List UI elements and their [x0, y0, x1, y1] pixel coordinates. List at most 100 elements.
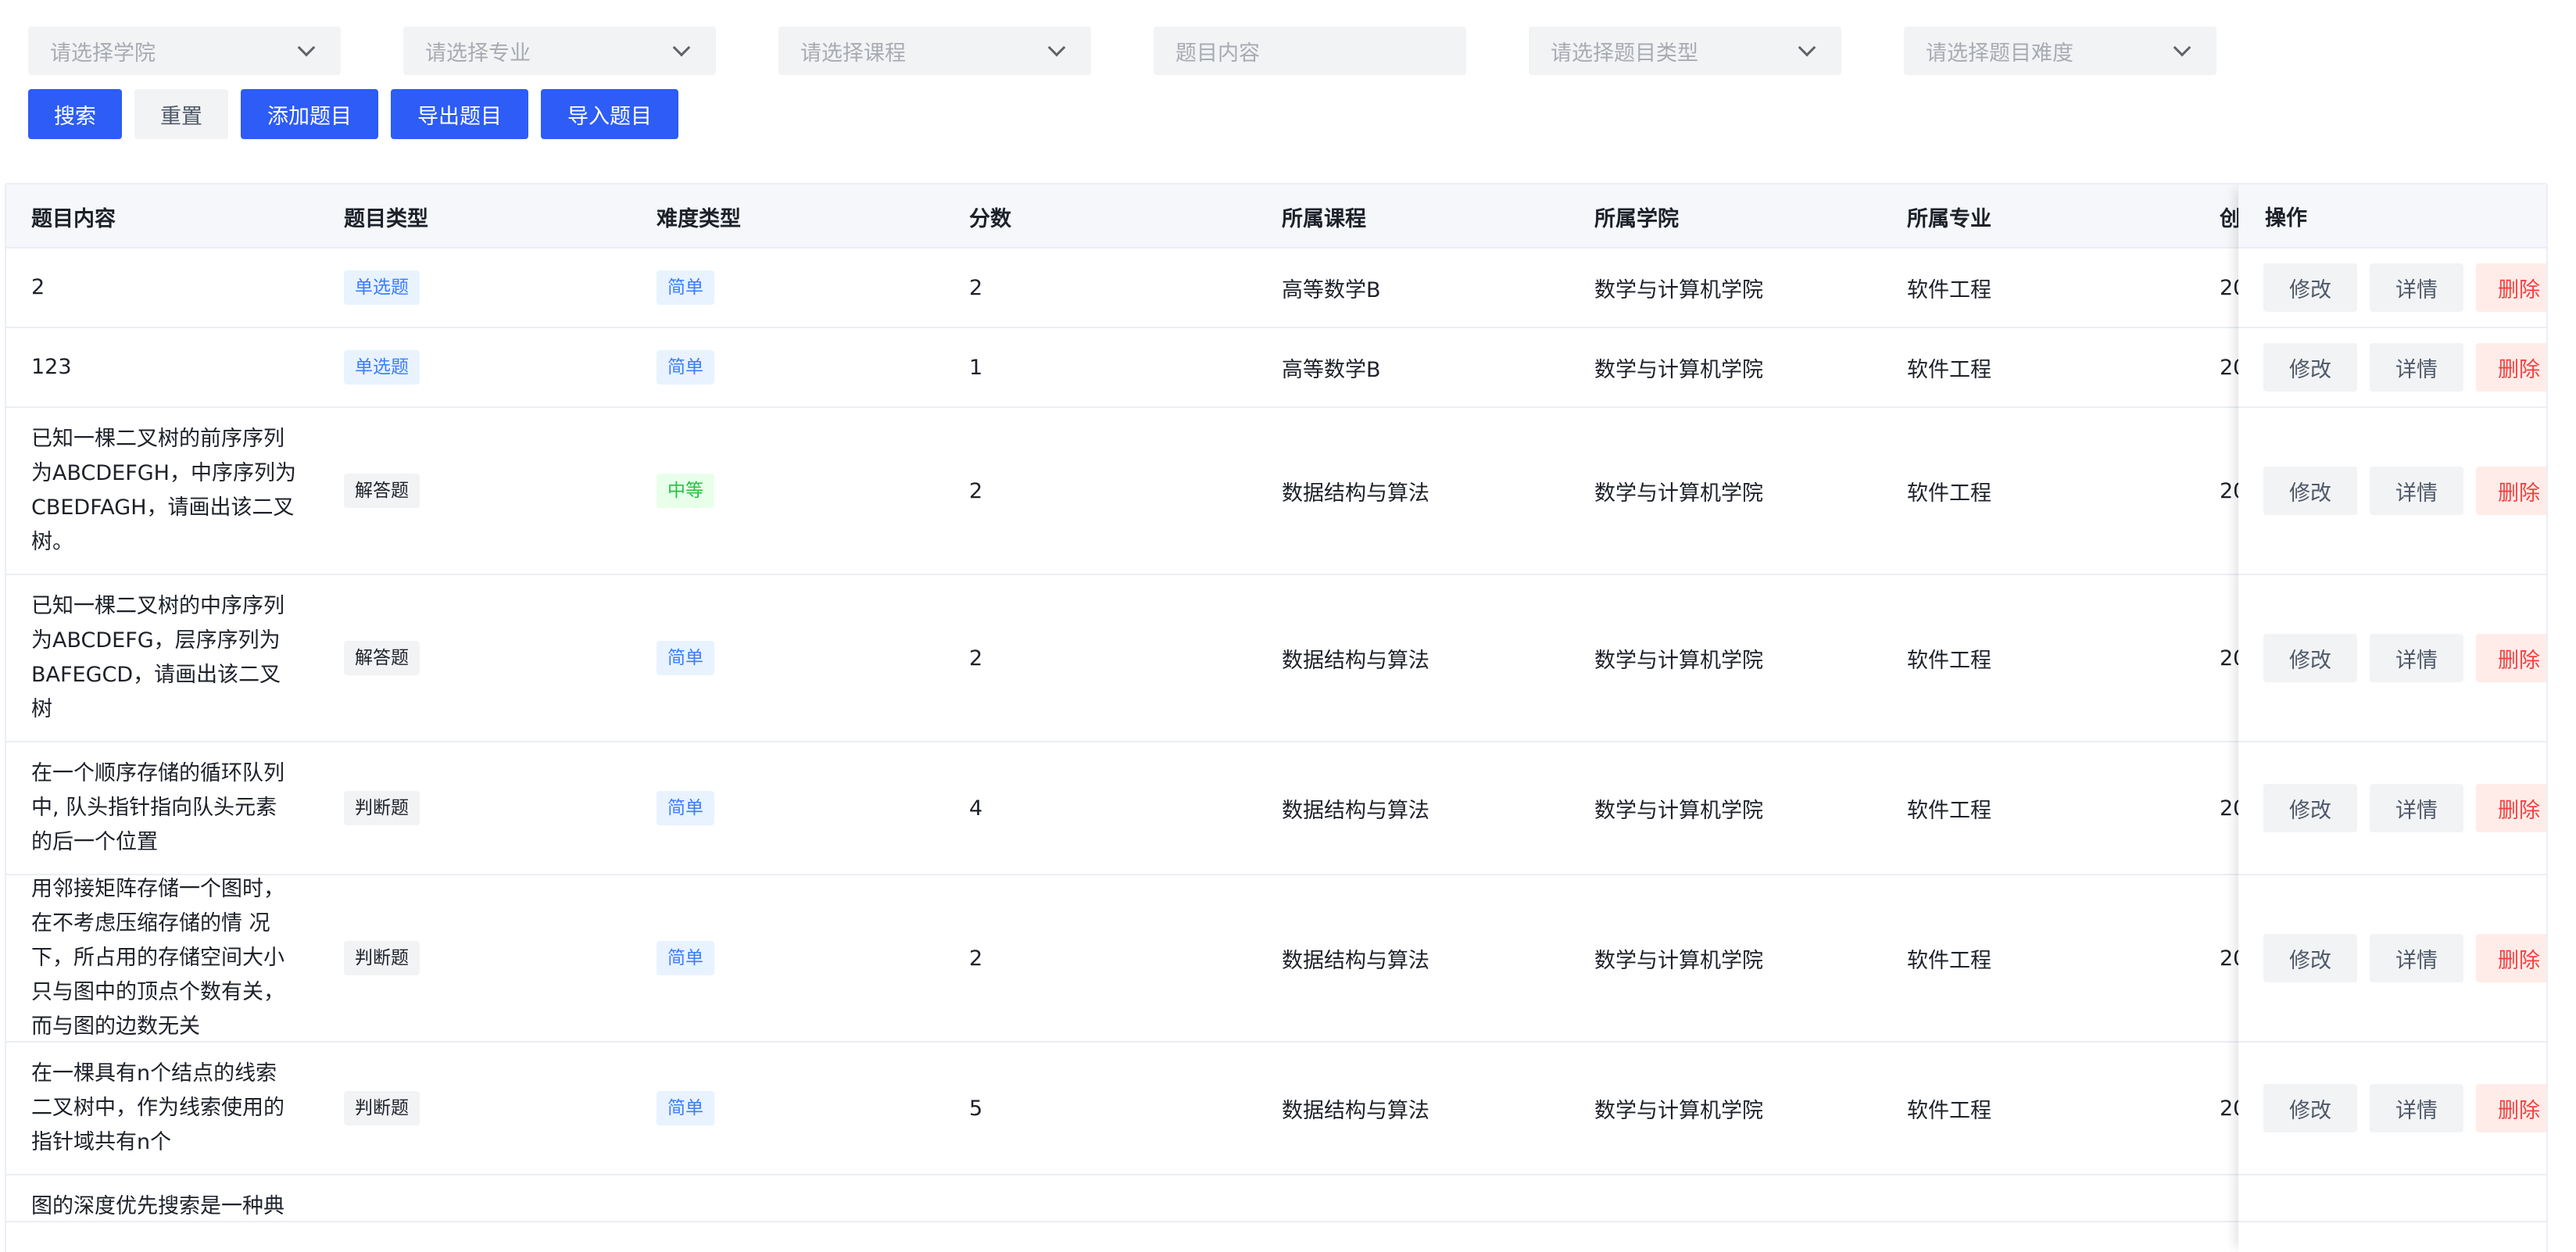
edit-button[interactable]: 修改	[2263, 784, 2357, 832]
question-content-cell: 在一棵具有n个结点的线索二叉树中，作为线索使用的指针域共有n个	[31, 1043, 297, 1174]
course-select[interactable]: 请选择课程	[778, 27, 1091, 75]
difficulty-tag: 简单	[657, 641, 714, 675]
header-major: 所属专业	[1907, 206, 1991, 231]
score-cell: 2	[969, 249, 982, 327]
reset-button[interactable]: 重置	[134, 89, 228, 139]
question-content-cell-text: 在一棵具有n个结点的线索二叉树中，作为线索使用的指针域共有n个	[31, 1061, 284, 1154]
question-table: 题目内容 题目类型 难度类型 分数 所属课程 所属学院 所属专业 创 2 单选题简…	[5, 183, 2548, 1252]
table-row: 在一个顺序存储的循环队列中, 队头指针指向队头元素的后一个位置 判断题 简单 4 数据结…	[6, 742, 2546, 875]
question-content-placeholder: 题目内容	[1175, 41, 1260, 66]
score-cell: 1	[969, 328, 982, 406]
operations-row: 修改 详情 删除	[2238, 249, 2546, 328]
delete-button[interactable]: 删除	[2476, 263, 2546, 312]
course-cell: 高等数学B	[1282, 328, 1381, 406]
major-cell-text: 软件工程	[1907, 481, 1991, 506]
major-select-placeholder: 请选择专业	[425, 41, 531, 66]
question-content-input[interactable]: 题目内容	[1154, 27, 1466, 75]
export-questions-button[interactable]: 导出题目	[391, 89, 528, 139]
delete-button[interactable]: 删除	[2476, 934, 2546, 982]
college-select-placeholder: 请选择学院	[50, 41, 156, 66]
college-cell-text: 数学与计算机学院	[1594, 798, 1763, 823]
difficulty-tag: 简单	[657, 1091, 714, 1125]
delete-button[interactable]: 删除	[2476, 343, 2546, 392]
table-row: 图的深度优先搜索是一种典	[6, 1175, 2546, 1222]
edit-button[interactable]: 修改	[2263, 263, 2357, 312]
difficulty-tag: 简单	[657, 350, 714, 385]
edit-button[interactable]: 修改	[2263, 467, 2357, 515]
course-cell: 数据结构与算法	[1282, 575, 1429, 741]
course-cell-text: 数据结构与算法	[1282, 798, 1429, 823]
question-content-cell: 图的深度优先搜索是一种典	[31, 1175, 297, 1221]
edit-button[interactable]: 修改	[2263, 634, 2357, 682]
question-content-cell-text: 图的深度优先搜索是一种典	[31, 1194, 284, 1218]
difficulty-tag: 简单	[657, 270, 714, 305]
question-content-cell-text: 在一个顺序存储的循环队列中, 队头指针指向队头元素的后一个位置	[31, 761, 284, 854]
question-type-tag: 单选题	[344, 270, 420, 305]
question-type-cell: 判断题	[344, 875, 420, 1041]
delete-button[interactable]: 删除	[2476, 634, 2546, 682]
difficulty-cell: 简单	[657, 875, 714, 1041]
college-cell: 数学与计算机学院	[1594, 575, 1763, 741]
question-type-select[interactable]: 请选择题目类型	[1529, 27, 1841, 75]
delete-button[interactable]: 删除	[2476, 784, 2546, 832]
operations-row: 修改 详情 删除	[2238, 328, 2546, 408]
question-type-cell: 解答题	[344, 408, 420, 574]
major-cell-text: 软件工程	[1907, 648, 1991, 673]
add-question-button[interactable]: 添加题目	[241, 89, 378, 139]
detail-button[interactable]: 详情	[2370, 1084, 2463, 1132]
college-select[interactable]: 请选择学院	[28, 27, 341, 75]
table-row: 用邻接矩阵存储一个图时，在不考虑压缩存储的情 况下，所占用的存储空间大小只与图中…	[6, 875, 2546, 1043]
chevron-down-icon	[1798, 38, 1816, 57]
edit-button[interactable]: 修改	[2263, 934, 2357, 982]
course-cell: 数据结构与算法	[1282, 742, 1429, 874]
operations-column: 操作 修改 详情 删除 修改 详情 删除 修改 详情 删除 修改 详情 删除 修改 详情 删除 修改 详情 删除修…	[2238, 184, 2546, 1252]
operations-row: 修改 详情 删除	[2238, 1043, 2546, 1175]
college-cell: 数学与计算机学院	[1594, 875, 1763, 1041]
detail-button[interactable]: 详情	[2370, 934, 2463, 982]
table-header: 题目内容 题目类型 难度类型 分数 所属课程 所属学院 所属专业 创	[6, 184, 2546, 249]
header-created: 创	[2220, 206, 2241, 231]
edit-button[interactable]: 修改	[2263, 343, 2357, 392]
question-type-cell: 判断题	[344, 1043, 420, 1174]
question-content-cell: 123	[31, 328, 297, 406]
major-cell: 软件工程	[1907, 575, 1991, 741]
question-content-cell: 已知一棵二叉树的前序序列为ABCDEFGH，中序序列为CBEDFAGH，请画出该…	[31, 408, 297, 574]
question-content-cell: 用邻接矩阵存储一个图时，在不考虑压缩存储的情 况下，所占用的存储空间大小只与图中…	[31, 875, 297, 1041]
header-operations: 操作	[2238, 184, 2546, 249]
delete-button[interactable]: 删除	[2476, 1084, 2546, 1132]
course-cell-text: 高等数学B	[1282, 277, 1381, 302]
import-questions-button[interactable]: 导入题目	[541, 89, 678, 139]
difficulty-cell: 简单	[657, 742, 714, 874]
question-type-cell: 解答题	[344, 575, 420, 741]
detail-button[interactable]: 详情	[2370, 784, 2463, 832]
difficulty-tag: 中等	[657, 474, 714, 508]
major-cell: 软件工程	[1907, 875, 1991, 1041]
college-cell-text: 数学与计算机学院	[1594, 948, 1763, 973]
detail-button[interactable]: 详情	[2370, 467, 2463, 515]
difficulty-select[interactable]: 请选择题目难度	[1904, 27, 2216, 75]
difficulty-tag: 简单	[657, 941, 714, 975]
course-cell-text: 数据结构与算法	[1282, 648, 1429, 673]
table-row: 在一棵具有n个结点的线索二叉树中，作为线索使用的指针域共有n个 判断题 简单 5 数据结…	[6, 1043, 2546, 1175]
delete-button[interactable]: 删除	[2476, 467, 2546, 515]
difficulty-cell: 简单	[657, 575, 714, 741]
score-cell: 2	[969, 408, 982, 574]
college-cell-text: 数学与计算机学院	[1594, 357, 1763, 382]
difficulty-cell: 简单	[657, 1043, 714, 1174]
table-row: 123 单选题 简单 1 高等数学B 数学与计算机学院 软件工程 20	[6, 328, 2546, 408]
difficulty-tag: 简单	[657, 791, 714, 825]
question-type-cell: 单选题	[344, 328, 420, 406]
chevron-down-icon	[297, 38, 316, 57]
header-course: 所属课程	[1282, 206, 1366, 231]
edit-button[interactable]: 修改	[2263, 1084, 2357, 1132]
detail-button[interactable]: 详情	[2370, 343, 2463, 392]
major-cell: 软件工程	[1907, 408, 1991, 574]
detail-button[interactable]: 详情	[2370, 263, 2463, 312]
question-content-cell-text: 2	[31, 275, 45, 299]
major-cell-text: 软件工程	[1907, 798, 1991, 823]
college-cell: 数学与计算机学院	[1594, 1043, 1763, 1174]
search-button[interactable]: 搜索	[28, 89, 122, 139]
table-row: 已知一棵二叉树的中序序列为ABCDEFG，层序序列为BAFEGCD，请画出该二叉…	[6, 575, 2546, 742]
major-select[interactable]: 请选择专业	[403, 27, 716, 75]
detail-button[interactable]: 详情	[2370, 634, 2463, 682]
